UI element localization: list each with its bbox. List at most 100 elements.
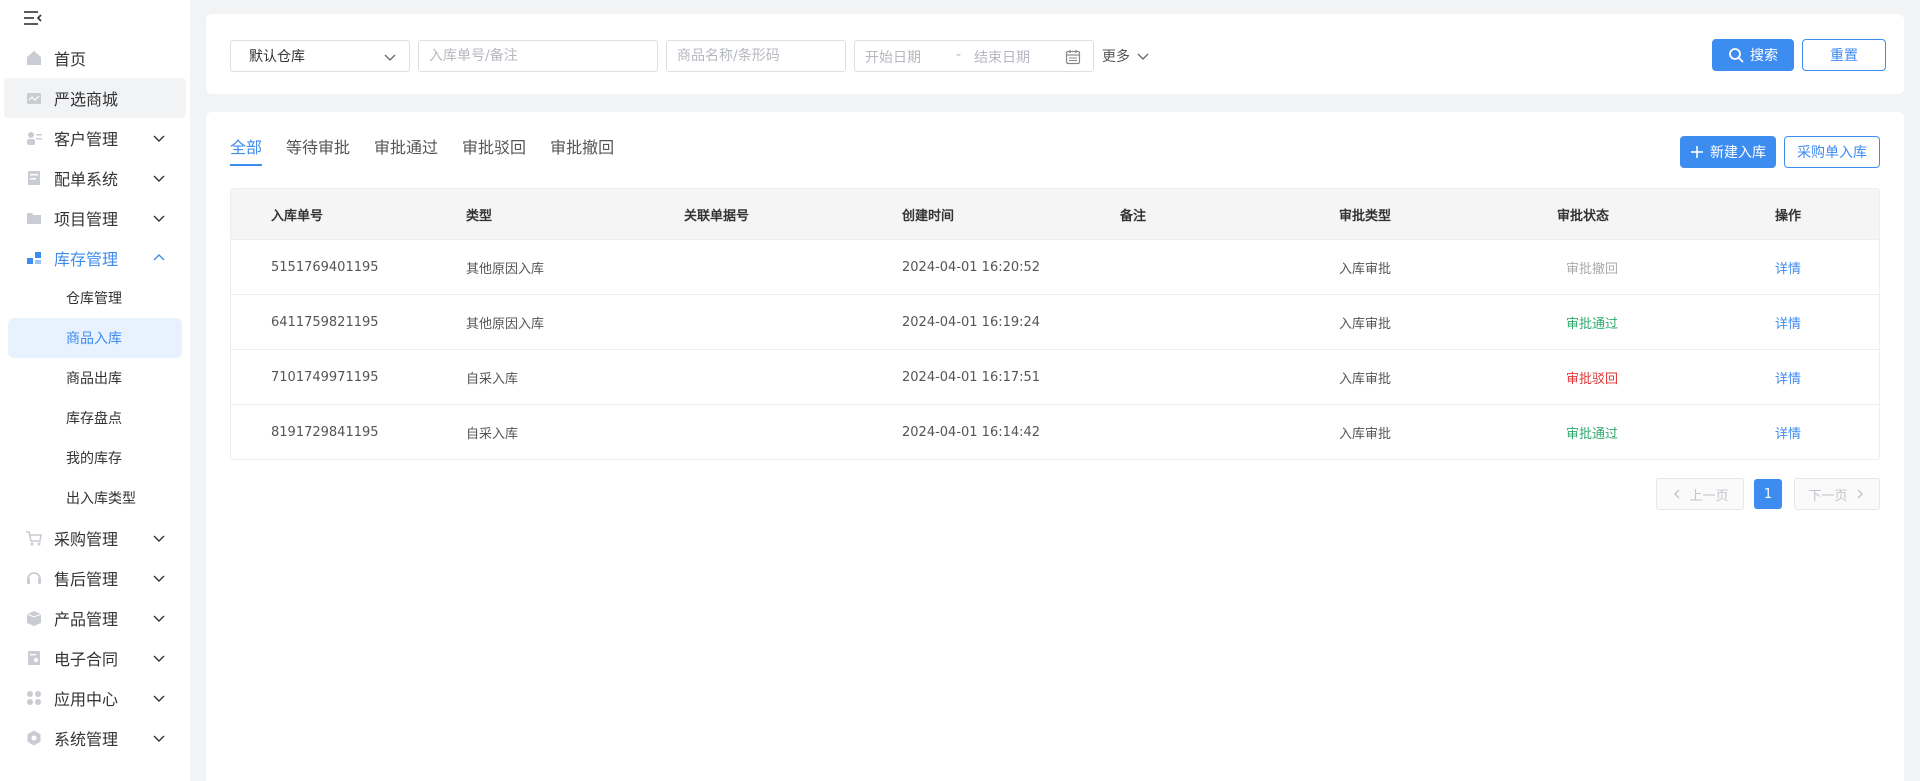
po-inbound-button[interactable]: 采购单入库 [1784, 136, 1880, 168]
goods-search-input[interactable] [677, 48, 845, 64]
col-ref-no: 关联单据号 [684, 208, 750, 224]
chevron-down-icon [153, 575, 165, 582]
status-tabs: 全部 等待审批 审批通过 审批驳回 审批撤回 [230, 134, 638, 166]
sidebar: 首页 严选商城 客户管理 配单系统 项目管理 库存管理 仓库管理 商品入库 商品 [0, 0, 190, 781]
order-search-input[interactable] [429, 48, 657, 64]
new-inbound-button[interactable]: 新建入库 [1680, 136, 1776, 168]
sidebar-sub-warehouse[interactable]: 仓库管理 [0, 278, 190, 318]
chevron-right-icon [1857, 489, 1863, 499]
home-icon [24, 48, 44, 68]
tab-approved[interactable]: 审批通过 [374, 134, 438, 166]
sidebar-item-project[interactable]: 项目管理 [0, 198, 190, 238]
cell-approval-type: 入库审批 [1339, 261, 1392, 277]
chevron-down-icon [153, 175, 165, 182]
tab-pending[interactable]: 等待审批 [286, 134, 350, 166]
detail-link[interactable]: 详情 [1775, 313, 1881, 332]
sidebar-item-label: 客户管理 [54, 130, 119, 149]
status-badge: 审批撤回 [1566, 261, 1619, 277]
chevron-down-icon [153, 655, 165, 662]
tab-rejected[interactable]: 审批驳回 [462, 134, 526, 166]
sidebar-item-customer[interactable]: 客户管理 [0, 118, 190, 158]
date-range-picker[interactable]: 开始日期 - 结束日期 [854, 40, 1094, 72]
detail-link[interactable]: 详情 [1775, 368, 1881, 387]
headset-icon [24, 568, 44, 588]
chevron-down-icon [384, 54, 396, 61]
sidebar-item-app-center[interactable]: 应用中心 [0, 678, 190, 718]
chevron-up-icon [153, 254, 165, 261]
cell-type: 自采入库 [466, 426, 519, 442]
sidebar-sub-goods-outbound[interactable]: 商品出库 [0, 358, 190, 398]
po-inbound-label: 采购单入库 [1797, 145, 1867, 161]
sidebar-item-label: 应用中心 [54, 690, 119, 709]
more-filters-label: 更多 [1102, 49, 1130, 65]
col-order-no: 入库单号 [271, 208, 324, 224]
cell-order-no: 5151769401195 [271, 259, 379, 275]
sidebar-item-product[interactable]: 产品管理 [0, 598, 190, 638]
settings-icon [24, 728, 44, 748]
plus-icon [1691, 146, 1703, 158]
sidebar-item-order-system[interactable]: 配单系统 [0, 158, 190, 198]
calendar-icon [1065, 50, 1081, 65]
sidebar-sub-stocktake[interactable]: 库存盘点 [0, 398, 190, 438]
col-action: 操作 [1775, 208, 1802, 224]
sidebar-item-system[interactable]: 系统管理 [0, 718, 190, 758]
end-date-input[interactable]: 结束日期 [974, 47, 1030, 67]
sidebar-item-label: 首页 [54, 50, 87, 69]
sidebar-menu: 首页 严选商城 客户管理 配单系统 项目管理 库存管理 仓库管理 商品入库 商品 [0, 38, 190, 758]
tab-all[interactable]: 全部 [230, 134, 263, 166]
sidebar-item-inventory[interactable]: 库存管理 [0, 238, 190, 278]
next-page-label: 下一页 [1808, 488, 1848, 504]
sidebar-sub-my-inventory[interactable]: 我的库存 [0, 438, 190, 478]
menu-collapse-icon[interactable] [22, 9, 46, 31]
cell-order-no: 7101749971195 [271, 369, 379, 385]
cell-created-time: 2024-04-01 16:14:42 [902, 424, 1041, 440]
detail-link[interactable]: 详情 [1775, 423, 1881, 442]
search-icon [1729, 48, 1744, 63]
date-separator: - [956, 47, 962, 63]
sidebar-item-mall[interactable]: 严选商城 [4, 78, 186, 118]
search-button-label: 搜索 [1750, 48, 1778, 64]
cell-approval-type: 入库审批 [1339, 316, 1392, 332]
sidebar-item-label: 配单系统 [54, 170, 119, 189]
cell-type: 其他原因入库 [466, 316, 545, 332]
sidebar-sub-io-types[interactable]: 出入库类型 [0, 478, 190, 518]
sidebar-item-label: 采购管理 [54, 530, 119, 549]
search-button[interactable]: 搜索 [1712, 39, 1794, 71]
box-icon [24, 608, 44, 628]
chevron-down-icon [153, 695, 165, 702]
cell-order-no: 8191729841195 [271, 424, 379, 440]
customer-icon [24, 128, 44, 148]
reset-button[interactable]: 重置 [1802, 39, 1886, 71]
col-approval-status: 审批状态 [1557, 208, 1610, 224]
start-date-input[interactable]: 开始日期 [865, 47, 921, 67]
warehouse-select[interactable]: 默认仓库 [230, 40, 410, 72]
cart-icon [24, 528, 44, 548]
sidebar-item-purchase[interactable]: 采购管理 [0, 518, 190, 558]
chevron-down-icon [153, 615, 165, 622]
table-row: 6411759821195 其他原因入库 2024-04-01 16:19:24… [231, 294, 1879, 349]
sidebar-item-contract[interactable]: 电子合同 [0, 638, 190, 678]
page-number-current[interactable]: 1 [1754, 479, 1782, 509]
sidebar-item-home[interactable]: 首页 [0, 38, 190, 78]
table-header: 入库单号 类型 关联单据号 创建时间 备注 审批类型 审批状态 操作 [231, 189, 1879, 239]
contract-icon [24, 648, 44, 668]
sidebar-item-label: 电子合同 [54, 650, 119, 669]
detail-link[interactable]: 详情 [1775, 258, 1881, 277]
sidebar-item-aftersales[interactable]: 售后管理 [0, 558, 190, 598]
chevron-down-icon [153, 535, 165, 542]
sidebar-item-label: 严选商城 [54, 90, 119, 109]
filter-bar: 默认仓库 开始日期 - 结束日期 更多 搜索 重置 [206, 14, 1904, 94]
new-inbound-label: 新建入库 [1710, 145, 1766, 161]
chevron-down-icon [153, 735, 165, 742]
tab-revoked[interactable]: 审批撤回 [550, 134, 614, 166]
next-page-button[interactable]: 下一页 [1794, 478, 1880, 510]
chevron-down-icon [153, 135, 165, 142]
mall-icon [24, 88, 44, 108]
more-filters-toggle[interactable]: 更多 [1102, 46, 1150, 66]
reset-button-label: 重置 [1830, 48, 1858, 64]
prev-page-button[interactable]: 上一页 [1656, 478, 1744, 510]
sidebar-item-label: 项目管理 [54, 210, 119, 229]
warehouse-select-value: 默认仓库 [249, 49, 305, 65]
sidebar-sub-goods-inbound[interactable]: 商品入库 [8, 318, 182, 358]
table-row: 8191729841195 自采入库 2024-04-01 16:14:42 入… [231, 404, 1879, 459]
